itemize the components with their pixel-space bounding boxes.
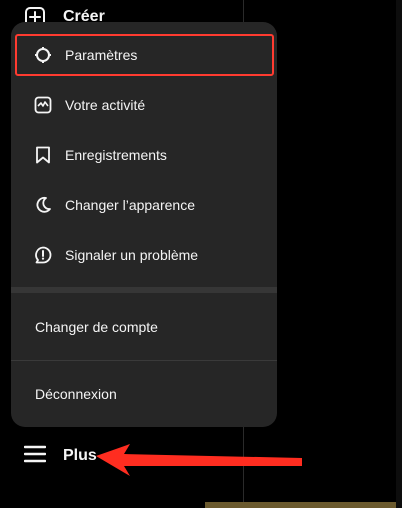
menu-item-label: Changer l’apparence [65,197,195,213]
menu-item-label: Votre activité [65,97,146,113]
logout-button[interactable]: Déconnexion [35,386,117,402]
hamburger-icon [23,444,47,469]
menu-item-label: Paramètres [65,47,138,63]
more-menu: Paramètres Votre activité Enregistrement… [11,22,277,427]
menu-item-label: Signaler un problème [65,247,199,263]
activity-icon [33,95,53,115]
menu-item-appearance[interactable]: Changer l’apparence [11,182,277,228]
switch-account-button[interactable]: Changer de compte [35,319,158,335]
right-edge [396,0,402,508]
report-icon [33,245,53,265]
red-arrow-annotation [96,444,302,476]
menu-item-settings[interactable]: Paramètres [15,34,274,76]
gear-icon [33,45,53,65]
bookmark-icon [33,145,53,165]
menu-divider [11,287,277,293]
menu-item-activity[interactable]: Votre activité [11,82,277,128]
menu-item-label: Enregistrements [65,147,167,163]
menu-item-saved[interactable]: Enregistrements [11,132,277,178]
menu-divider-thin [11,360,277,361]
moon-icon [33,195,53,215]
bottom-strip [205,502,402,508]
menu-item-report[interactable]: Signaler un problème [11,232,277,278]
more-button[interactable]: Plus [23,442,97,470]
